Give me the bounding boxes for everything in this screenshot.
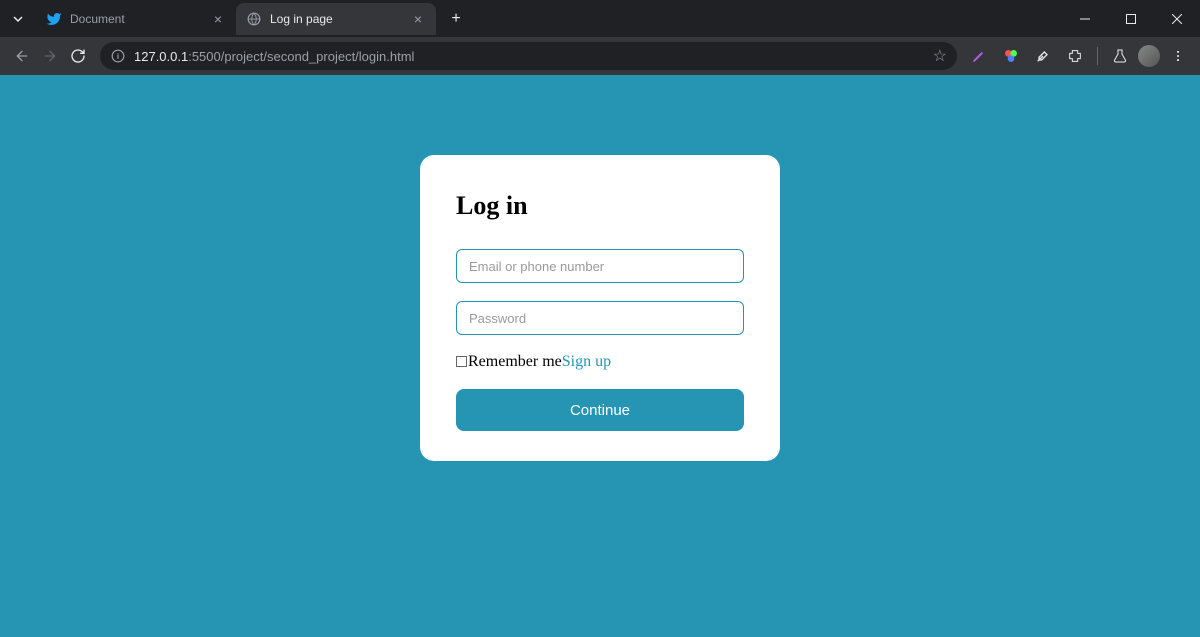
signup-link[interactable]: Sign up xyxy=(562,353,611,371)
menu-button[interactable] xyxy=(1164,42,1192,70)
bookmark-star-icon[interactable]: ☆ xyxy=(933,46,947,66)
extension-pen-icon[interactable] xyxy=(965,42,993,70)
login-card: Log in Remember meSign up Continue xyxy=(420,155,780,461)
extensions-button[interactable] xyxy=(1061,42,1089,70)
maximize-icon xyxy=(1126,14,1136,24)
chevron-down-icon xyxy=(12,13,24,25)
back-button[interactable] xyxy=(8,42,36,70)
remember-checkbox[interactable] xyxy=(456,356,467,367)
page-content: Log in Remember meSign up Continue xyxy=(0,75,1200,637)
toolbar-extensions xyxy=(965,42,1192,70)
maximize-button[interactable] xyxy=(1108,2,1154,36)
url-text: 127.0.0.1:5500/project/second_project/lo… xyxy=(134,49,933,64)
tab-login-page[interactable]: Log in page × xyxy=(236,3,436,35)
extension-eyedropper-icon[interactable] xyxy=(1029,42,1057,70)
address-bar: 127.0.0.1:5500/project/second_project/lo… xyxy=(0,37,1200,75)
password-field[interactable] xyxy=(456,301,744,335)
forward-button[interactable] xyxy=(36,42,64,70)
toolbar-divider xyxy=(1097,47,1098,65)
kebab-icon xyxy=(1171,49,1185,63)
info-icon[interactable] xyxy=(110,48,126,64)
reload-button[interactable] xyxy=(64,42,92,70)
labs-icon[interactable] xyxy=(1106,42,1134,70)
new-tab-button[interactable]: + xyxy=(442,5,470,33)
search-tabs-button[interactable] xyxy=(6,7,30,31)
close-icon[interactable]: × xyxy=(210,11,226,27)
tab-title: Log in page xyxy=(270,12,404,26)
reload-icon xyxy=(70,48,86,64)
close-button[interactable] xyxy=(1154,2,1200,36)
remember-row: Remember meSign up xyxy=(456,353,744,371)
login-title: Log in xyxy=(456,191,744,221)
tab-title: Document xyxy=(70,12,204,26)
twitter-icon xyxy=(46,11,62,27)
browser-chrome: Document × Log in page × + xyxy=(0,0,1200,75)
continue-button[interactable]: Continue xyxy=(456,389,744,431)
profile-avatar[interactable] xyxy=(1138,45,1160,67)
tab-bar: Document × Log in page × + xyxy=(0,0,1200,37)
close-icon xyxy=(1172,14,1182,24)
globe-icon xyxy=(246,11,262,27)
minimize-button[interactable] xyxy=(1062,2,1108,36)
email-field[interactable] xyxy=(456,249,744,283)
arrow-right-icon xyxy=(42,48,58,64)
window-controls xyxy=(1062,0,1200,37)
close-icon[interactable]: × xyxy=(410,11,426,27)
extension-color-icon[interactable] xyxy=(997,42,1025,70)
tab-document[interactable]: Document × xyxy=(36,3,236,35)
minimize-icon xyxy=(1080,14,1090,24)
arrow-left-icon xyxy=(14,48,30,64)
remember-label: Remember me xyxy=(468,353,562,371)
url-bar[interactable]: 127.0.0.1:5500/project/second_project/lo… xyxy=(100,42,957,70)
